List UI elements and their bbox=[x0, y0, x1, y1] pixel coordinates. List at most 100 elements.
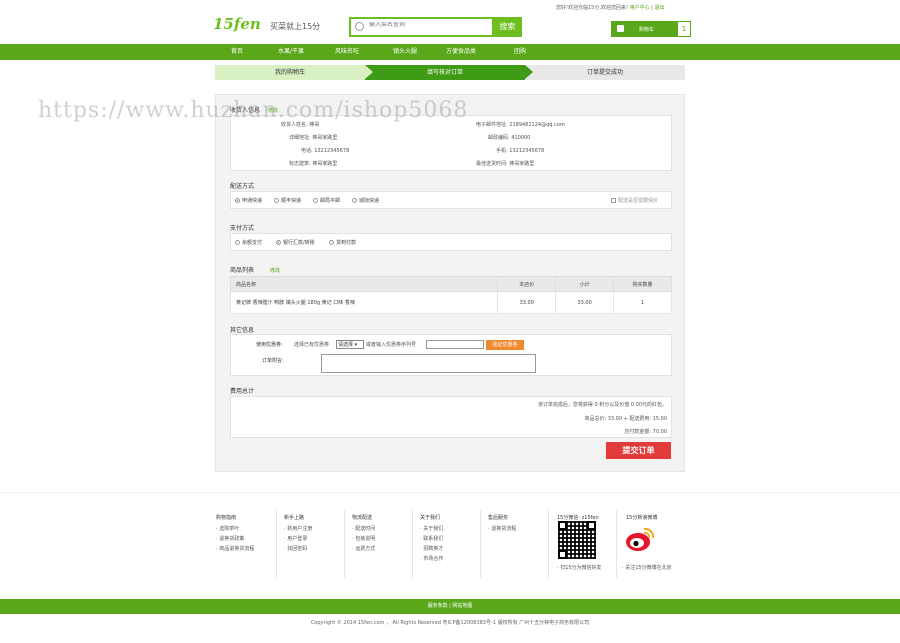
footer-link[interactable]: · 运费方式 bbox=[352, 544, 375, 554]
footer-link-text[interactable]: 运费方式 bbox=[355, 546, 375, 552]
footer-divider bbox=[616, 510, 617, 578]
goods-edit-link[interactable]: 修改 bbox=[270, 268, 280, 274]
footer-link[interactable]: · 招聘英才 bbox=[420, 544, 443, 554]
order-remark-input[interactable] bbox=[321, 354, 536, 373]
footer-link[interactable]: · 配送时间 bbox=[352, 524, 375, 534]
welcome-text: 您好!欢迎光临15分,欢迎您回来! bbox=[556, 5, 628, 11]
footer-divider bbox=[412, 510, 413, 578]
shipping-box: 申通快递 顺丰快递 邮局平邮 城际快递 配送是否需要保价 bbox=[230, 191, 672, 209]
remark-label: 订单附言: bbox=[262, 358, 284, 364]
top-links: 您好!欢迎光临15分,欢迎您回来! 用户中心 | 退出 bbox=[556, 4, 664, 11]
footer-link[interactable]: · 退换货政策 bbox=[216, 534, 254, 544]
address-label: 详细地址: bbox=[289, 135, 311, 141]
mobile-label: 手机: bbox=[496, 148, 508, 154]
footer-link-text[interactable]: 包装说明 bbox=[355, 536, 375, 542]
nav-item-fruit[interactable]: 水果/干果 bbox=[278, 44, 304, 60]
radio-icon[interactable] bbox=[329, 240, 334, 245]
footer-link[interactable]: · 市场合作 bbox=[420, 554, 443, 564]
shipping-option-intercity[interactable]: 城际快递 bbox=[352, 197, 379, 204]
footer-link-text[interactable]: 选购茶叶 bbox=[219, 526, 239, 532]
footer-link[interactable]: · 包装说明 bbox=[352, 534, 375, 544]
option-label: 城际快递 bbox=[359, 198, 380, 204]
amount-due: 应付款金额: 70.00 bbox=[624, 429, 667, 435]
order-form: 收货人信息 修改 收货人姓名: 棒哥 电子邮件地址: 2189482124@qq… bbox=[215, 94, 685, 472]
shipping-option-sto[interactable]: 申通快递 bbox=[235, 197, 262, 204]
consignee-address-row: 详细地址: 棒哥家路里 bbox=[289, 134, 337, 141]
footer-link[interactable]: · 退换货流程 bbox=[488, 524, 516, 534]
footer-link-text[interactable]: 配送时间 bbox=[355, 526, 375, 532]
footer-link-text[interactable]: 商品退换货流程 bbox=[219, 546, 254, 552]
footer-link[interactable]: · 联系我们 bbox=[420, 534, 443, 544]
total-title: 费用总计 bbox=[230, 388, 255, 395]
wechat-note-text: 扫15分为微信好友 bbox=[560, 565, 602, 571]
nav-item-group-buy[interactable]: 团购 bbox=[514, 44, 526, 60]
coupon-hint-existing: 选择已有优惠券 bbox=[294, 342, 330, 348]
option-label: 货到付款 bbox=[336, 240, 357, 246]
footer-col-delivery: 物流配送 · 配送时间 · 包装说明 · 运费方式 bbox=[352, 513, 375, 554]
weibo-note-text: 关注15分微博在北京 bbox=[625, 565, 672, 571]
zip-value: 410000 bbox=[511, 135, 531, 141]
search-button[interactable]: 搜索 bbox=[493, 17, 522, 37]
goods-name[interactable]: 黄记牌 香辣腊汁 鸭脖 镇头火腿 180g 黄记 口味 香辣 bbox=[236, 300, 355, 306]
cart-button[interactable]: 购物车 1 bbox=[611, 21, 691, 37]
site-logo[interactable]: 15fen bbox=[213, 12, 261, 34]
footer-link[interactable]: · 商品退换货流程 bbox=[216, 544, 254, 554]
footer-link-text[interactable]: 招聘英才 bbox=[423, 546, 443, 552]
mobile-value: 13212345678 bbox=[509, 148, 545, 154]
goods-subtotal-cell: 33.00 bbox=[555, 291, 615, 314]
footer-link-text[interactable]: 新用户注册 bbox=[287, 526, 312, 532]
radio-icon[interactable] bbox=[235, 198, 240, 203]
footer-link-text[interactable]: 用户登录 bbox=[287, 536, 307, 542]
footer-link-text[interactable]: 关于我们 bbox=[423, 526, 443, 532]
footer-link[interactable]: · 选购茶叶 bbox=[216, 524, 254, 534]
shipping-option-post[interactable]: 邮局平邮 bbox=[313, 197, 340, 204]
footer-link-text[interactable]: 找回密码 bbox=[287, 546, 307, 552]
footer-link[interactable]: · 新用户注册 bbox=[284, 524, 312, 534]
cart-label: 购物车 bbox=[639, 27, 655, 33]
shipping-insure-option[interactable]: 配送是否需要保价 bbox=[611, 197, 658, 204]
nav-item-snacks[interactable]: 风味名吃 bbox=[335, 44, 359, 60]
total-box: 该订单完成后，您将获得 0 积分以及价值 0.00元的红包。 商品总价: 33.… bbox=[230, 396, 672, 438]
validate-coupon-button[interactable]: 验证优惠券 bbox=[486, 340, 524, 350]
footer-link[interactable]: · 关于我们 bbox=[420, 524, 443, 534]
footer-link[interactable]: · 用户登录 bbox=[284, 534, 312, 544]
table-row: 黄记牌 香辣腊汁 鸭脖 镇头火腿 180g 黄记 口味 香辣 33.00 33.… bbox=[229, 291, 672, 314]
phone-label: 电话: bbox=[301, 148, 313, 154]
email-label: 电子邮件地址: bbox=[476, 122, 508, 128]
weibo-icon[interactable] bbox=[625, 525, 655, 553]
step-cart: 我的购物车 bbox=[215, 65, 365, 80]
nav-item-convenience[interactable]: 方便食品类 bbox=[446, 44, 476, 60]
nav-item-ham[interactable]: 镇头火腿 bbox=[393, 44, 417, 60]
goods-price-cell: 33.00 bbox=[497, 291, 557, 314]
footer-link-text[interactable]: 联系我们 bbox=[423, 536, 443, 542]
radio-icon[interactable] bbox=[276, 240, 281, 245]
consignee-email-row: 电子邮件地址: 2189482124@qq.com bbox=[476, 121, 565, 128]
step-success: 订单提交成功 bbox=[525, 65, 685, 80]
footer-link-text[interactable]: 市场合作 bbox=[423, 556, 443, 562]
logout-link[interactable]: 退出 bbox=[654, 5, 664, 11]
coupon-select[interactable]: 请选择 ▾ bbox=[336, 340, 364, 349]
footer-link-text[interactable]: 退换货政策 bbox=[219, 536, 244, 542]
footer-link[interactable]: · 找回密码 bbox=[284, 544, 312, 554]
radio-icon[interactable] bbox=[352, 198, 357, 203]
footer-links-bar[interactable]: 服务条款 | 网站地图 bbox=[0, 599, 900, 614]
coupon-serial-input[interactable] bbox=[426, 340, 484, 349]
user-center-link[interactable]: 用户中心 bbox=[630, 5, 650, 11]
wechat-qr-code bbox=[558, 521, 596, 559]
search-input[interactable] bbox=[369, 22, 464, 28]
footer-link-text[interactable]: 退换货流程 bbox=[491, 526, 516, 532]
payment-option-balance[interactable]: 余额支付 bbox=[235, 239, 262, 246]
payment-option-bank[interactable]: 银行汇款/转账 bbox=[276, 239, 315, 246]
goods-name-cell[interactable]: 黄记牌 香辣腊汁 鸭脖 镇头火腿 180g 黄记 口味 香辣 bbox=[229, 291, 499, 314]
wechat-note: · 扫15分为微信好友 bbox=[557, 565, 602, 571]
submit-order-button[interactable]: 提交订单 bbox=[606, 442, 671, 459]
radio-icon[interactable] bbox=[313, 198, 318, 203]
payment-option-cod[interactable]: 货到付款 bbox=[329, 239, 356, 246]
search-icon bbox=[355, 22, 364, 31]
separator: | bbox=[651, 5, 653, 11]
nav-item-home[interactable]: 首页 bbox=[231, 44, 243, 60]
shipping-option-sf[interactable]: 顺丰快递 bbox=[274, 197, 301, 204]
checkbox-icon[interactable] bbox=[611, 198, 616, 203]
radio-icon[interactable] bbox=[235, 240, 240, 245]
radio-icon[interactable] bbox=[274, 198, 279, 203]
